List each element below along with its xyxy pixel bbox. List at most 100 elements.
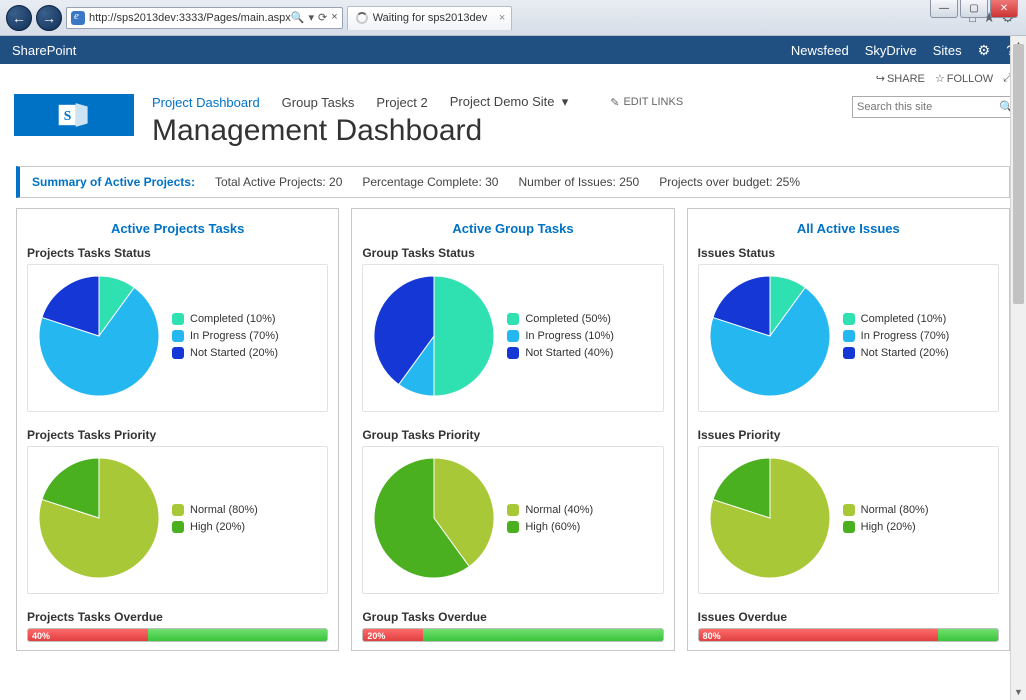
nav-group-tasks[interactable]: Group Tasks xyxy=(282,95,355,110)
status-chart: Completed (10%) In Progress (70%) Not Star… xyxy=(698,264,999,412)
nav-project-2[interactable]: Project 2 xyxy=(376,95,427,110)
legend-item: In Progress (70%) xyxy=(172,330,279,342)
legend-swatch xyxy=(843,313,855,325)
edit-links-button[interactable]: ✎ EDIT LINKS xyxy=(610,96,683,109)
legend-item: Completed (10%) xyxy=(172,313,279,325)
legend-swatch xyxy=(507,347,519,359)
nav-newsfeed[interactable]: Newsfeed xyxy=(791,43,849,58)
settings-gear-icon[interactable]: ⚙ xyxy=(978,42,991,59)
page-actions-row: ↪SHARE ☆FOLLOW ⤢ xyxy=(0,64,1026,92)
summary-header: Summary of Active Projects: xyxy=(32,175,195,189)
legend-label: Completed (50%) xyxy=(525,313,611,325)
priority-chart: Normal (80%) High (20%) xyxy=(27,446,328,594)
card-title: All Active Issues xyxy=(698,221,999,236)
summary-budget: Projects over budget: 25% xyxy=(659,175,800,189)
legend-swatch xyxy=(172,521,184,533)
summary-issues: Number of Issues: 250 xyxy=(518,175,639,189)
legend-item: In Progress (10%) xyxy=(507,330,614,342)
legend-label: In Progress (70%) xyxy=(861,330,950,342)
search-dropdown-icon[interactable]: 🔍 xyxy=(291,11,305,24)
svg-text:S: S xyxy=(64,108,72,123)
overdue-pct-label: 20% xyxy=(367,629,385,642)
window-minimize-button[interactable]: — xyxy=(930,0,958,18)
search-input[interactable] xyxy=(857,101,999,113)
legend-label: In Progress (70%) xyxy=(190,330,279,342)
legend-swatch xyxy=(172,347,184,359)
nav-project-dashboard[interactable]: Project Dashboard xyxy=(152,95,260,110)
legend-label: In Progress (10%) xyxy=(525,330,614,342)
dashboard-card: All Active Issues Issues Status Complete… xyxy=(687,208,1010,651)
legend-label: Normal (80%) xyxy=(861,504,929,516)
pencil-icon: ✎ xyxy=(610,96,619,109)
vertical-scrollbar[interactable]: ▲ ▼ xyxy=(1010,36,1026,700)
legend-swatch xyxy=(507,313,519,325)
overdue-title: Group Tasks Overdue xyxy=(362,610,663,624)
sharepoint-suite-bar: SharePoint Newsfeed SkyDrive Sites ⚙ ? xyxy=(0,36,1026,64)
legend-item: Not Started (20%) xyxy=(172,347,279,359)
legend-swatch xyxy=(507,504,519,516)
nav-project-demo-site[interactable]: Project Demo Site ▾ xyxy=(450,94,569,110)
legend-swatch xyxy=(172,313,184,325)
search-box[interactable]: 🔍 xyxy=(852,96,1012,118)
legend-swatch xyxy=(172,330,184,342)
scroll-thumb[interactable] xyxy=(1013,44,1024,304)
browser-tab[interactable]: Waiting for sps2013dev × xyxy=(347,6,513,30)
sharepoint-logo-icon: S xyxy=(57,98,91,132)
legend-item: Not Started (40%) xyxy=(507,347,614,359)
window-close-button[interactable]: ✕ xyxy=(990,0,1018,18)
legend-item: Normal (40%) xyxy=(507,504,593,516)
legend-swatch xyxy=(172,504,184,516)
priority-legend: Normal (40%) High (60%) xyxy=(507,499,593,538)
nav-skydrive[interactable]: SkyDrive xyxy=(865,43,917,58)
overdue-bar: 40% xyxy=(27,628,328,642)
overdue-fill xyxy=(699,629,938,641)
overdue-title: Issues Overdue xyxy=(698,610,999,624)
refresh-icon[interactable]: ⟳ xyxy=(318,11,327,24)
overdue-section: Group Tasks Overdue 20% xyxy=(362,610,663,642)
share-button[interactable]: ↪SHARE xyxy=(876,72,925,85)
status-chart: Completed (10%) In Progress (70%) Not Star… xyxy=(27,264,328,412)
priority-chart-title: Projects Tasks Priority xyxy=(27,428,328,442)
overdue-section: Projects Tasks Overdue 40% xyxy=(27,610,328,642)
legend-item: High (60%) xyxy=(507,521,593,533)
window-maximize-button[interactable]: ▢ xyxy=(960,0,988,18)
status-legend: Completed (50%) In Progress (10%) Not Star… xyxy=(507,308,614,364)
legend-label: High (60%) xyxy=(525,521,580,533)
address-bar[interactable]: http://sps2013dev:3333/Pages/main.aspx 🔍… xyxy=(66,7,343,29)
forward-button[interactable]: → xyxy=(36,5,62,31)
page-header: S Project Dashboard Group Tasks Project … xyxy=(14,92,1012,148)
summary-strip: Summary of Active Projects: Total Active… xyxy=(16,166,1010,198)
legend-item: High (20%) xyxy=(172,521,258,533)
legend-label: Completed (10%) xyxy=(861,313,947,325)
pie-chart-icon xyxy=(705,271,835,401)
back-button[interactable]: ← xyxy=(6,5,32,31)
overdue-title: Projects Tasks Overdue xyxy=(27,610,328,624)
browser-chrome: ← → http://sps2013dev:3333/Pages/main.as… xyxy=(0,0,1026,36)
follow-button[interactable]: ☆FOLLOW xyxy=(935,72,993,85)
legend-item: Normal (80%) xyxy=(172,504,258,516)
pie-chart-icon xyxy=(705,453,835,583)
site-logo[interactable]: S xyxy=(14,94,134,136)
overdue-pct-label: 40% xyxy=(32,629,50,642)
priority-legend: Normal (80%) High (20%) xyxy=(843,499,929,538)
legend-item: High (20%) xyxy=(843,521,929,533)
page-title: Management Dashboard xyxy=(152,114,852,148)
overdue-pct-label: 80% xyxy=(703,629,721,642)
ie-icon xyxy=(71,11,85,25)
card-title: Active Projects Tasks xyxy=(27,221,328,236)
legend-label: Normal (40%) xyxy=(525,504,593,516)
legend-label: Not Started (20%) xyxy=(861,347,949,359)
share-icon: ↪ xyxy=(876,73,885,85)
legend-item: In Progress (70%) xyxy=(843,330,950,342)
status-legend: Completed (10%) In Progress (70%) Not Star… xyxy=(172,308,279,364)
priority-chart-title: Issues Priority xyxy=(698,428,999,442)
priority-chart: Normal (40%) High (60%) xyxy=(362,446,663,594)
scroll-down-icon[interactable]: ▼ xyxy=(1011,684,1026,700)
legend-label: Not Started (40%) xyxy=(525,347,613,359)
legend-swatch xyxy=(843,504,855,516)
priority-chart-title: Group Tasks Priority xyxy=(362,428,663,442)
legend-item: Completed (50%) xyxy=(507,313,614,325)
nav-sites[interactable]: Sites xyxy=(933,43,962,58)
close-tab-icon[interactable]: × xyxy=(499,12,505,24)
stop-icon[interactable]: × xyxy=(331,11,337,24)
